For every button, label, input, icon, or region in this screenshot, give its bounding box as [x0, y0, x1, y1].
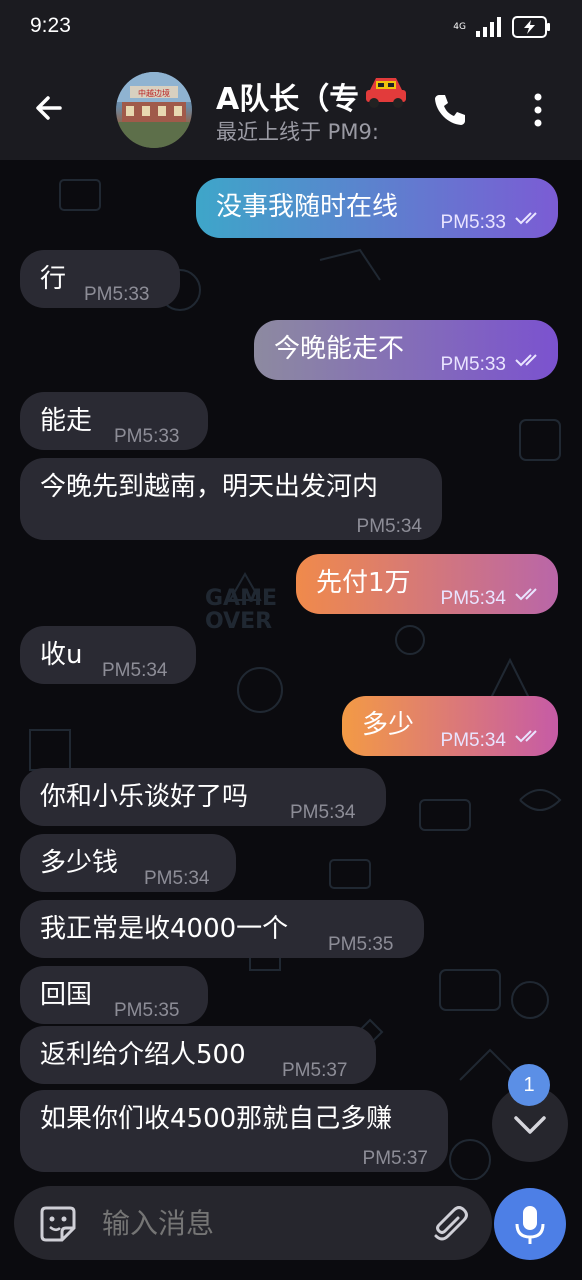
message-text: 能走 — [40, 406, 93, 436]
unread-count-badge: 1 — [508, 1064, 550, 1106]
message-time: PM5:35 — [328, 934, 394, 955]
message-bubble-incoming[interactable]: 我正常是收4000一个 PM5:35 — [20, 900, 424, 958]
message-time: PM5:33 — [114, 426, 180, 447]
message-bubble-incoming[interactable]: 回国 PM5:35 — [20, 966, 208, 1024]
message-input[interactable] — [102, 1202, 402, 1244]
message-time: PM5:34 — [144, 868, 210, 889]
message-time: PM5:34 — [356, 516, 422, 537]
message-bubble-incoming[interactable]: 行 PM5:33 — [20, 250, 180, 308]
microphone-icon — [515, 1206, 545, 1244]
avatar[interactable]: 中越边境 — [116, 72, 192, 148]
message-text: 多少钱 — [40, 848, 119, 878]
message-bubble-incoming[interactable]: 如果你们收4500那就自己多赚 PM5:37 — [20, 1090, 448, 1172]
battery-charging-icon — [512, 16, 550, 38]
message-time: PM5:37 — [362, 1148, 428, 1169]
microphone-button[interactable] — [494, 1188, 566, 1260]
avatar-sign-text: 中越边境 — [138, 88, 170, 98]
message-bubble-outgoing[interactable]: 先付1万 PM5:34 — [296, 554, 558, 614]
chat-header: 中越边境 A队长（专 最近上线于 PM9: — [0, 58, 582, 160]
message-time: PM5:34 — [290, 802, 356, 823]
message-bubble-incoming[interactable]: 能走 PM5:33 — [20, 392, 208, 450]
message-time: PM5:33 — [440, 212, 506, 233]
message-text: 今晚先到越南，明天出发河内 — [40, 472, 379, 502]
double-check-icon — [515, 588, 537, 601]
signal-icon — [476, 17, 501, 37]
message-bubble-incoming[interactable]: 多少钱 PM5:34 — [20, 834, 236, 892]
wallpaper-game-over-decoration-2: OVER — [205, 609, 272, 634]
message-time: PM5:37 — [282, 1060, 348, 1081]
message-time: PM5:33 — [84, 284, 150, 305]
message-text: 今晚能走不 — [274, 334, 405, 364]
phone-icon[interactable] — [430, 90, 470, 130]
back-arrow-icon[interactable] — [30, 88, 70, 128]
chat-last-seen: 最近上线于 PM9: — [216, 120, 379, 144]
bottom-overflow-area — [0, 1262, 582, 1280]
message-text: 先付1万 — [316, 568, 411, 598]
message-composer — [14, 1186, 492, 1260]
car-emoji-icon — [366, 78, 406, 108]
network-type-label: 4G — [453, 21, 466, 32]
message-text: 收u — [40, 640, 83, 670]
message-text: 我正常是收4000一个 — [40, 914, 289, 944]
message-text: 多少 — [362, 710, 415, 740]
status-time: 9:23 — [30, 14, 71, 37]
message-text: 你和小乐谈好了吗 — [40, 782, 249, 812]
avatar-photo: 中越边境 — [116, 72, 192, 148]
message-bubble-incoming[interactable]: 今晚先到越南，明天出发河内 PM5:34 — [20, 458, 442, 540]
message-bubble-outgoing[interactable]: 没事我随时在线 PM5:33 — [196, 178, 558, 238]
message-text: 没事我随时在线 — [216, 192, 399, 222]
double-check-icon — [515, 730, 537, 743]
message-time: PM5:34 — [440, 730, 506, 751]
message-text: 行 — [40, 264, 67, 294]
message-time: PM5:35 — [114, 1000, 180, 1021]
status-icons: 4G — [453, 16, 552, 38]
message-time: PM5:33 — [440, 354, 506, 375]
message-bubble-incoming[interactable]: 你和小乐谈好了吗 PM5:34 — [20, 768, 386, 826]
double-check-icon — [515, 212, 537, 225]
more-vertical-icon[interactable] — [526, 90, 550, 130]
message-text: 回国 — [40, 980, 93, 1010]
paperclip-icon[interactable] — [428, 1202, 472, 1246]
sticker-icon[interactable] — [36, 1202, 80, 1246]
message-bubble-incoming[interactable]: 收u PM5:34 — [20, 626, 196, 684]
message-time: PM5:34 — [440, 588, 506, 609]
message-bubble-outgoing[interactable]: 多少 PM5:34 — [342, 696, 558, 756]
message-bubble-incoming[interactable]: 返利给介绍人500 PM5:37 — [20, 1026, 376, 1084]
message-time: PM5:34 — [102, 660, 168, 681]
wallpaper-game-over-decoration: GAME — [205, 586, 277, 611]
status-bar: 9:23 4G — [0, 0, 582, 58]
double-check-icon — [515, 354, 537, 367]
message-bubble-outgoing[interactable]: 今晚能走不 PM5:33 — [254, 320, 558, 380]
message-list[interactable]: GAME OVER 没事我随时在线 PM5:33 行 PM5:33 今晚能走不 … — [0, 160, 582, 1180]
message-text: 如果你们收4500那就自己多赚 — [40, 1104, 393, 1134]
message-text: 返利给介绍人500 — [40, 1040, 246, 1070]
